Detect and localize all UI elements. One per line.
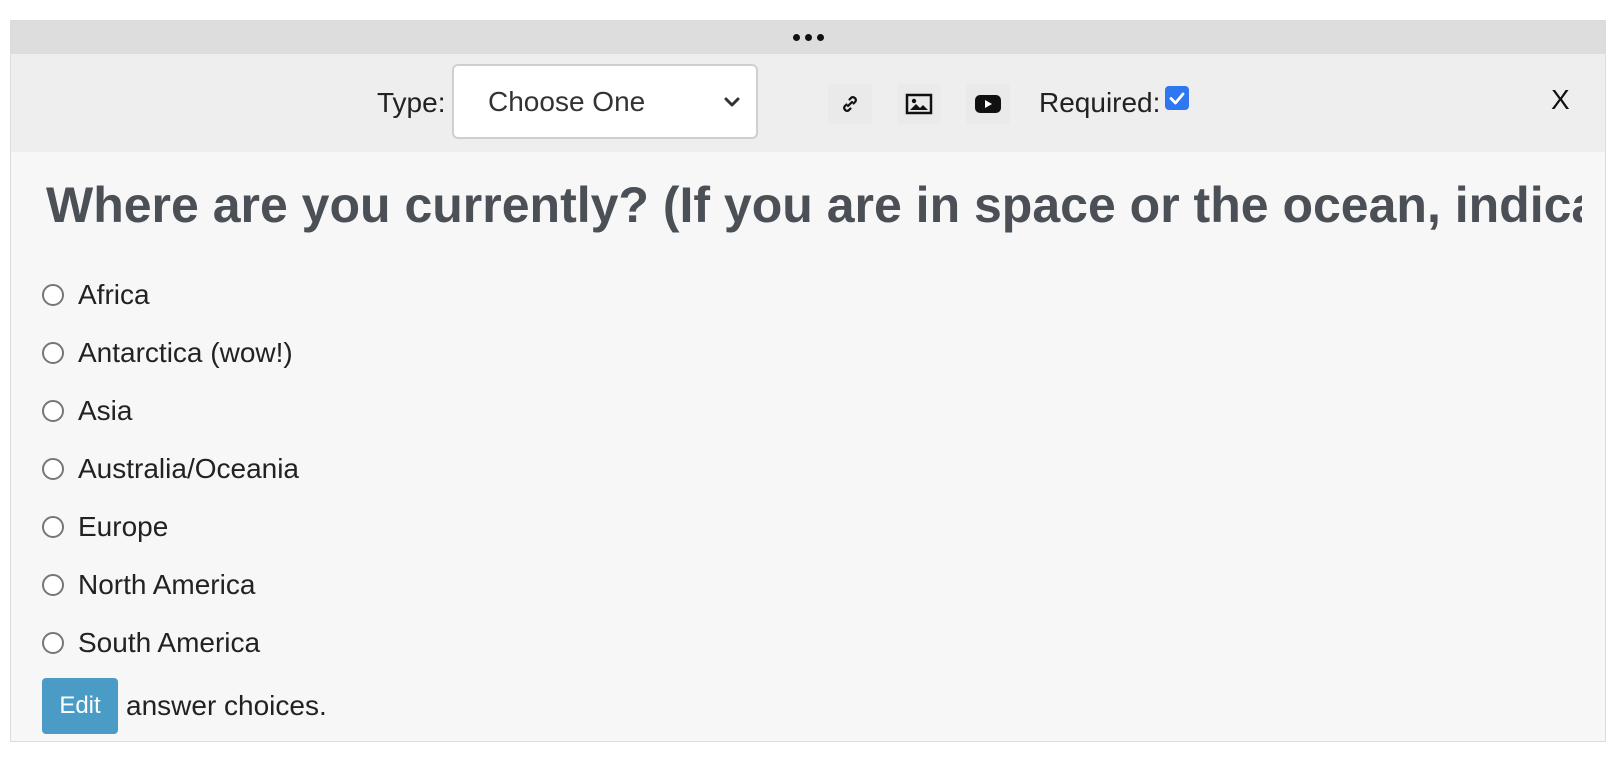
more-dots-icon [792, 34, 824, 41]
choice-label: Europe [78, 511, 169, 542]
choice-africa[interactable]: Africa [42, 266, 299, 324]
choice-australia-oceania[interactable]: Australia/Oceania [42, 440, 299, 498]
choice-label: Asia [78, 395, 133, 426]
edit-button[interactable]: Edit [42, 678, 118, 734]
choice-label: North America [78, 569, 256, 600]
insert-image-button[interactable] [897, 84, 941, 124]
radio-button[interactable] [42, 400, 64, 422]
choice-south-america[interactable]: South America [42, 614, 299, 672]
radio-button[interactable] [42, 284, 64, 306]
edit-choices-row: Edit answer choices. [42, 678, 327, 734]
choice-label: Australia/Oceania [78, 453, 300, 484]
choice-north-america[interactable]: North America [42, 556, 299, 614]
type-select[interactable]: Choose One [452, 64, 758, 139]
radio-button[interactable] [42, 632, 64, 654]
question-editor-panel: Type: Choose One Required: X Where are y… [10, 20, 1606, 742]
type-select-value: Choose One [488, 85, 646, 117]
drag-handle[interactable] [11, 21, 1605, 54]
choice-europe[interactable]: Europe [42, 498, 299, 556]
choice-antarctica[interactable]: Antarctica (wow!) [42, 324, 299, 382]
required-label: Required: [1039, 87, 1161, 118]
close-button[interactable]: X [1551, 84, 1570, 116]
type-label: Type: [377, 87, 446, 118]
insert-video-button[interactable] [966, 84, 1010, 124]
edit-choices-text: answer choices. [126, 690, 327, 721]
checkmark-icon [1169, 92, 1185, 105]
required-checkbox[interactable] [1165, 86, 1189, 110]
radio-button[interactable] [42, 342, 64, 364]
answer-choices-list: Africa Antarctica (wow!) Asia Australia/… [42, 266, 299, 672]
radio-button[interactable] [42, 574, 64, 596]
choice-label: Africa [78, 279, 150, 310]
choice-asia[interactable]: Asia [42, 382, 299, 440]
question-title[interactable]: Where are you currently? (If you are in … [46, 176, 1582, 234]
choice-label: South America [78, 627, 261, 658]
choice-label: Antarctica (wow!) [78, 337, 293, 368]
radio-button[interactable] [42, 516, 64, 538]
chevron-down-icon [724, 97, 740, 107]
question-toolbar: Type: Choose One Required: X [11, 54, 1605, 152]
image-icon [905, 93, 933, 115]
insert-link-button[interactable] [828, 84, 872, 124]
radio-button[interactable] [42, 458, 64, 480]
link-icon [843, 96, 857, 112]
youtube-icon [975, 95, 1001, 113]
